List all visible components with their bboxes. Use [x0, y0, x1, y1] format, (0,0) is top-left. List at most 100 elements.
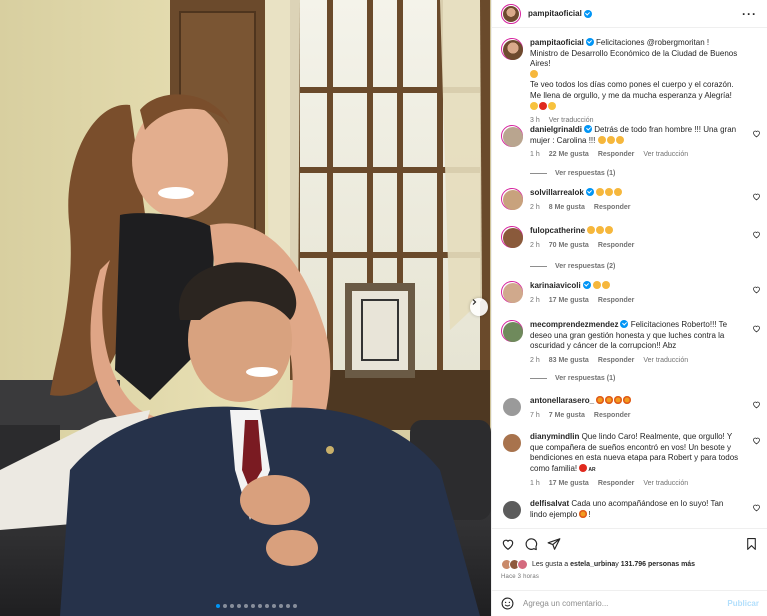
- comment-username[interactable]: karinaiavicoli: [530, 281, 581, 290]
- post-actions: Les gusta a estela_urbina y 131.796 pers…: [492, 528, 767, 580]
- post-side-panel: pampitaoficial ··· pampitaoficial Felici…: [491, 0, 767, 616]
- comment-time: 2 h: [530, 296, 540, 304]
- translate-link[interactable]: Ver traducción: [643, 151, 688, 158]
- translate-link[interactable]: Ver traducción: [549, 117, 594, 124]
- caption-avatar[interactable]: [501, 38, 523, 60]
- reply-button[interactable]: Responder: [598, 357, 635, 364]
- more-options-icon[interactable]: ···: [742, 8, 757, 20]
- comment-username[interactable]: pampitaoficial: [530, 38, 584, 47]
- likes-count[interactable]: 131.796 personas más: [621, 561, 695, 568]
- comment: dianymindlin Que lindo Caro! Realmente, …: [501, 432, 763, 490]
- author-avatar[interactable]: [501, 3, 521, 24]
- verified-badge-icon: [582, 281, 591, 289]
- verified-badge-icon: [585, 188, 594, 196]
- emoji-icon: [579, 509, 588, 518]
- comment-username[interactable]: mecomprendezmendez: [530, 320, 618, 329]
- verified-badge-icon: [585, 38, 594, 46]
- comment-likes[interactable]: 22 Me gusta: [549, 151, 589, 158]
- reply-button[interactable]: Responder: [598, 480, 635, 487]
- carousel-dot: [258, 604, 262, 608]
- comment-likes[interactable]: 17 Me gusta: [549, 480, 589, 487]
- carousel-dot: [293, 604, 297, 608]
- carousel-dot: [272, 604, 276, 608]
- add-comment-bar: Publicar: [492, 590, 767, 616]
- like-comment-heart-icon[interactable]: [752, 285, 761, 294]
- comment-avatar[interactable]: [503, 398, 521, 416]
- view-replies-button[interactable]: Ver respuestas (2): [530, 263, 615, 270]
- like-comment-heart-icon[interactable]: [752, 400, 761, 409]
- comment-username[interactable]: danielgrinaldi: [530, 125, 582, 134]
- heart-emoji-icon: [579, 463, 588, 472]
- share-icon[interactable]: [547, 537, 561, 551]
- reply-button[interactable]: Responder: [598, 242, 635, 249]
- like-comment-heart-icon[interactable]: [752, 503, 761, 512]
- comment: antonellarasero_ 7 h 7 Me gusta Responder: [501, 396, 763, 421]
- like-comment-heart-icon[interactable]: [752, 324, 761, 333]
- translate-link[interactable]: Ver traducción: [643, 480, 688, 487]
- like-comment-heart-icon[interactable]: [752, 436, 761, 445]
- like-comment-heart-icon[interactable]: [752, 129, 761, 138]
- comment-avatar[interactable]: [501, 320, 523, 342]
- comment-input[interactable]: [523, 599, 728, 608]
- comment-likes[interactable]: 7 Me gusta: [549, 412, 585, 419]
- liker-username[interactable]: estela_urbina: [570, 561, 615, 568]
- comment-avatar[interactable]: [503, 501, 521, 519]
- verified-badge-icon: [583, 9, 592, 18]
- carousel-dot: [265, 604, 269, 608]
- likes-summary[interactable]: Les gusta a estela_urbina y 131.796 pers…: [501, 559, 758, 570]
- comment: danielgrinaldi Detrás de todo fran hombr…: [501, 125, 763, 161]
- chevron-right-icon: [472, 299, 477, 305]
- comment-time: 7 h: [530, 411, 540, 419]
- flag-label: AR: [588, 466, 596, 473]
- comment-username[interactable]: solvillarrealok: [530, 188, 584, 197]
- comment-time: 3 h: [530, 117, 540, 125]
- likes-prefix: Les gusta a: [532, 561, 569, 568]
- verified-badge-icon: [584, 125, 593, 133]
- comment-username[interactable]: delfisalvat: [530, 499, 569, 508]
- comment-time: 1 h: [530, 480, 540, 488]
- carousel-dot: [223, 604, 227, 608]
- carousel-dot: [286, 604, 290, 608]
- clapping-emoji-icon: [530, 69, 538, 78]
- comment-likes[interactable]: 70 Me gusta: [549, 242, 589, 249]
- caption-line: Me llena de orgullo, y me da mucha esper…: [530, 90, 732, 100]
- publish-button[interactable]: Publicar: [727, 599, 759, 608]
- comment-username[interactable]: antonellarasero_: [530, 396, 594, 405]
- comment-username[interactable]: dianymindlin: [530, 432, 579, 441]
- reply-button[interactable]: Responder: [598, 297, 635, 304]
- like-comment-heart-icon[interactable]: [752, 230, 761, 239]
- comment-avatar[interactable]: [503, 434, 521, 452]
- comment-likes[interactable]: 17 Me gusta: [549, 297, 589, 304]
- view-replies-button[interactable]: Ver respuestas (1): [530, 170, 615, 177]
- view-replies-button[interactable]: Ver respuestas (1): [530, 375, 615, 382]
- reply-button[interactable]: Responder: [598, 151, 635, 158]
- comment-time: 2 h: [530, 356, 540, 364]
- like-comment-heart-icon[interactable]: [752, 192, 761, 201]
- post-photo[interactable]: [0, 0, 491, 616]
- comment-avatar[interactable]: [501, 125, 523, 147]
- comment-avatar[interactable]: [501, 188, 523, 210]
- comment-likes[interactable]: 8 Me gusta: [549, 204, 585, 211]
- comment-time: 2 h: [530, 241, 540, 249]
- comment-likes[interactable]: 83 Me gusta: [549, 357, 589, 364]
- reply-button[interactable]: Responder: [594, 204, 631, 211]
- next-photo-button[interactable]: [470, 298, 488, 316]
- reply-button[interactable]: Responder: [594, 412, 631, 419]
- translate-link[interactable]: Ver traducción: [643, 357, 688, 364]
- comment-icon[interactable]: [524, 537, 538, 551]
- bookmark-icon[interactable]: [745, 537, 758, 551]
- heart-icon[interactable]: [501, 537, 515, 551]
- emoji-icon[interactable]: [501, 597, 514, 610]
- author-username[interactable]: pampitaoficial: [528, 9, 582, 18]
- comment: mecomprendezmendez Felicitaciones Robert…: [501, 320, 763, 366]
- post-header: pampitaoficial ···: [492, 0, 767, 28]
- comment: karinaiavicoli 2 h 17 Me gusta Responder: [501, 281, 763, 306]
- comment: solvillarrealok 2 h 8 Me gusta Responder: [501, 188, 763, 213]
- comment-avatar[interactable]: [501, 281, 523, 303]
- comments-list[interactable]: pampitaoficial Felicitaciones @robergmor…: [492, 28, 767, 528]
- comment-avatar[interactable]: [501, 226, 523, 248]
- heart-emoji-icon: [539, 101, 547, 110]
- caption-line: Te veo todos los días como pones el cuer…: [530, 80, 734, 90]
- carousel-dot: [279, 604, 283, 608]
- comment-username[interactable]: fulopcatherine: [530, 226, 585, 235]
